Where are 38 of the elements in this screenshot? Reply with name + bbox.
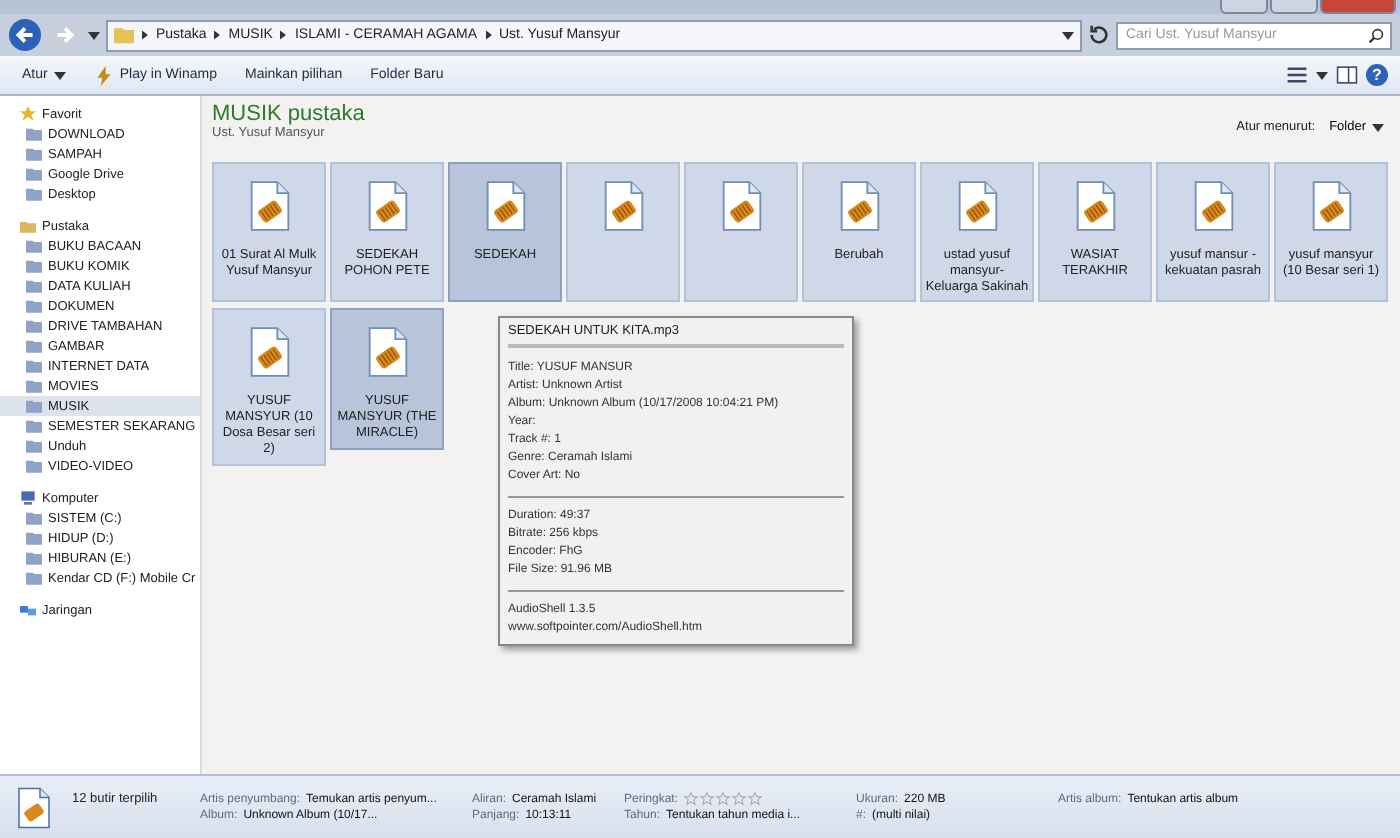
audio-file-icon (955, 180, 999, 232)
chevron-icon (142, 30, 148, 40)
audio-file-icon (601, 180, 645, 232)
caret-icon (1372, 123, 1384, 131)
file-tile[interactable] (566, 162, 680, 302)
audio-file-icon (16, 785, 52, 829)
caret-icon[interactable] (1316, 71, 1328, 79)
audio-file-icon (837, 180, 881, 232)
audio-file-icon (1073, 180, 1117, 232)
rating-stars[interactable] (684, 792, 763, 806)
chevron-icon (214, 30, 221, 40)
audio-file-icon (719, 180, 763, 232)
refresh-icon[interactable] (1088, 24, 1110, 46)
audio-file-icon (1191, 180, 1235, 232)
lightning-icon (93, 65, 114, 85)
library-icon (20, 218, 36, 234)
library-title: MUSIK pustaka (212, 102, 365, 126)
computer-icon (20, 490, 36, 506)
audio-file-icon (483, 180, 527, 232)
audio-file-icon (247, 326, 291, 379)
file-tile[interactable] (684, 162, 798, 302)
folder-icon (114, 26, 134, 44)
network-icon (20, 602, 36, 618)
chevron-icon (485, 30, 491, 40)
back-icon[interactable] (8, 18, 42, 52)
caret-icon[interactable] (1062, 31, 1074, 39)
view-icon[interactable] (1286, 64, 1308, 86)
audio-file-icon (1309, 180, 1353, 232)
audio-file-icon (365, 326, 409, 379)
help-button[interactable]: ? (1366, 64, 1388, 86)
audio-file-icon (247, 180, 291, 232)
caret-icon[interactable] (88, 31, 100, 39)
chevron-icon (280, 30, 287, 40)
preview-pane-icon[interactable] (1336, 64, 1358, 86)
audio-file-icon (365, 180, 409, 232)
search-icon (1368, 27, 1384, 43)
star-icon (20, 106, 36, 122)
caret-icon (53, 71, 66, 79)
